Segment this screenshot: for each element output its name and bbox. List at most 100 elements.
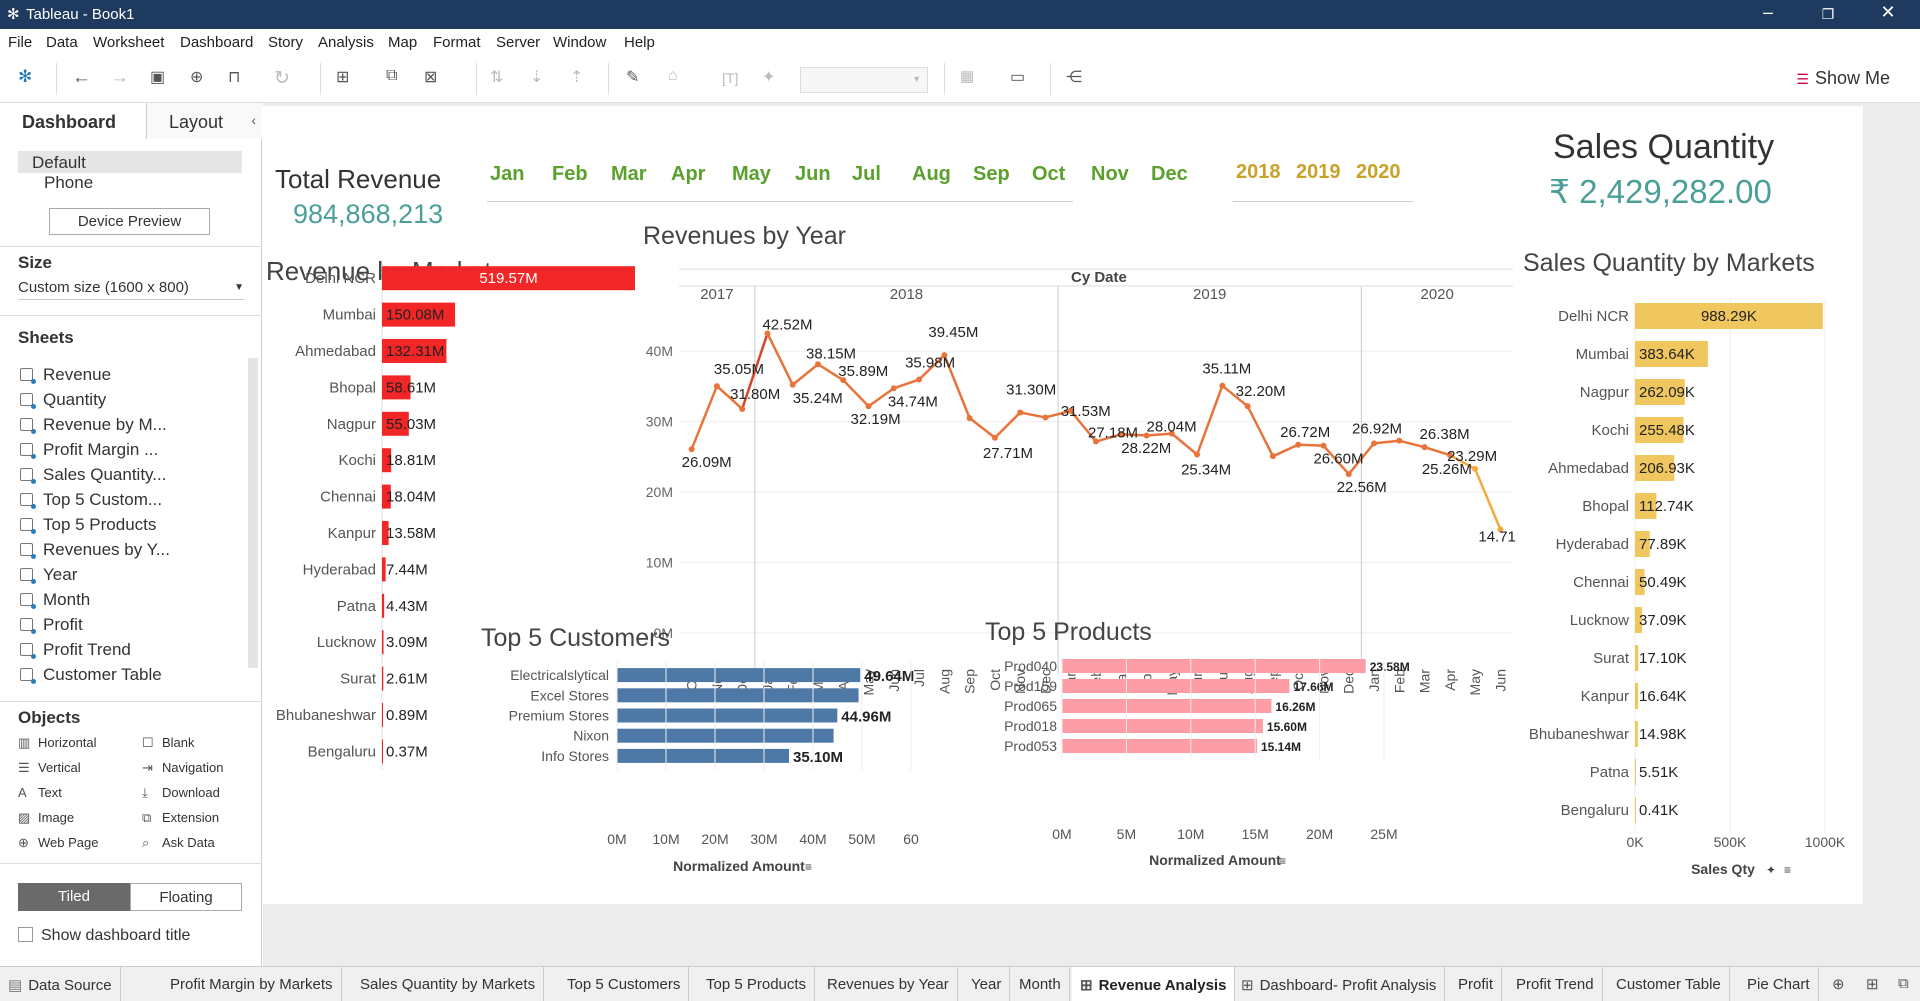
menu-help[interactable]: Help	[624, 34, 655, 51]
data-point	[1042, 414, 1049, 421]
object-navigation[interactable]: ⇥ Navigation	[142, 760, 223, 776]
refresh-icon[interactable]: ↻	[274, 67, 290, 90]
sheets-scrollbar[interactable]	[248, 358, 258, 668]
object-vertical[interactable]: ☰ Vertical	[18, 760, 81, 776]
sheet-tab[interactable]: Pie Chart	[1739, 967, 1819, 1001]
show-me-button[interactable]: ☰ Show Me	[1796, 68, 1890, 89]
series-line	[1473, 468, 1502, 530]
sheet-tab[interactable]: ▤ Data Source	[0, 967, 121, 1001]
sheet-item[interactable]: Profit Trend	[20, 640, 131, 660]
object-download[interactable]: ⤓ Download	[142, 785, 220, 801]
series-line	[893, 378, 920, 390]
new-data-source-icon[interactable]: ⊕	[190, 67, 203, 87]
extension-icon: ⧉	[142, 810, 152, 825]
sheet-item[interactable]: Profit Margin ...	[20, 440, 158, 460]
share-icon[interactable]: ⋲	[1066, 67, 1082, 87]
swap-icon[interactable]: ⇅	[490, 67, 503, 87]
tiled-button[interactable]: Tiled	[18, 883, 130, 911]
sheet-item[interactable]: Profit	[20, 615, 83, 635]
collapse-pane-icon[interactable]: ‹	[251, 112, 256, 128]
menu-window[interactable]: Window	[553, 34, 606, 51]
sheet-item[interactable]: Top 5 Custom...	[20, 490, 162, 510]
sheet-item[interactable]: Top 5 Products	[20, 515, 156, 535]
sheet-tab[interactable]: Top 5 Customers	[559, 967, 690, 1001]
show-cards-icon[interactable]: ▦	[960, 67, 974, 85]
device-default[interactable]: Default	[18, 151, 242, 173]
x-tick-label: Aug	[936, 669, 952, 694]
sheet-item[interactable]: Sales Quantity...	[20, 465, 166, 485]
fit-dropdown[interactable]: ▼	[800, 67, 928, 93]
sort-descending-icon[interactable]: ⇡	[570, 67, 583, 87]
menu-analysis[interactable]: Analysis	[318, 34, 374, 51]
menu-worksheet[interactable]: Worksheet	[93, 34, 164, 51]
sheet-tab[interactable]: Profit Trend	[1508, 967, 1603, 1001]
sheet-tab[interactable]: Month	[1011, 967, 1070, 1001]
sheet-tab[interactable]: Customer Table	[1608, 967, 1730, 1001]
new-worksheet-icon[interactable]: ⊕	[1832, 975, 1845, 993]
pause-updates-icon[interactable]: ⊓	[228, 67, 240, 87]
label-icon[interactable]: [T]	[722, 70, 738, 86]
save-icon[interactable]: ▣	[150, 67, 165, 87]
data-label: 17.66M	[1293, 680, 1333, 694]
object-extension[interactable]: ⧉ Extension	[142, 810, 219, 826]
sheet-item[interactable]: Revenues by Y...	[20, 540, 170, 560]
sheet-tab[interactable]: Profit	[1450, 967, 1503, 1001]
axis-title: Normalized Amount	[1149, 852, 1281, 868]
sheet-tab[interactable]: Top 5 Products	[698, 967, 816, 1001]
sheet-tab[interactable]: Profit Margin by Markets	[162, 967, 342, 1001]
sheet-item[interactable]: Revenue	[20, 365, 111, 385]
group-icon[interactable]: ⌂	[668, 67, 678, 85]
menu-file[interactable]: File	[8, 34, 32, 51]
data-label: 26.09M	[682, 454, 732, 471]
sheet-item[interactable]: Customer Table	[20, 665, 162, 685]
device-phone[interactable]: Phone	[44, 173, 93, 193]
object-web-page[interactable]: ⊕ Web Page	[18, 835, 98, 851]
redo-icon[interactable]: →	[110, 67, 129, 89]
sheet-item[interactable]: Year	[20, 565, 77, 585]
object-ask-data[interactable]: ⌕ Ask Data	[142, 835, 215, 851]
menu-format[interactable]: Format	[433, 34, 481, 51]
category-label: Bhopal	[329, 379, 376, 396]
sheet-tab[interactable]: Sales Quantity by Markets	[352, 967, 545, 1001]
tab-dashboard[interactable]: Dashboard	[0, 103, 146, 139]
data-label: 27.71M	[983, 445, 1033, 462]
new-dashboard-icon[interactable]: ⊞	[1866, 975, 1879, 993]
undo-icon[interactable]: ←	[72, 67, 91, 89]
new-worksheet-icon[interactable]: ⊞	[336, 67, 349, 87]
object-blank[interactable]: ☐ Blank	[142, 735, 195, 751]
duplicate-icon[interactable]: ⧉	[386, 67, 397, 85]
object-horizontal[interactable]: ▥ Horizontal	[18, 735, 97, 751]
object-image[interactable]: ▨ Image	[18, 810, 74, 826]
sheet-item[interactable]: Quantity	[20, 390, 106, 410]
presentation-mode-icon[interactable]: ▭	[1010, 67, 1025, 87]
sheet-tab[interactable]: Revenues by Year	[819, 967, 958, 1001]
sheet-tab[interactable]: ⊞ Dashboard- Profit Analysis	[1233, 967, 1446, 1001]
pin-icon[interactable]: ✦	[762, 67, 775, 87]
device-preview-button[interactable]: Device Preview	[49, 208, 210, 235]
clear-sheet-icon[interactable]: ⊠	[424, 67, 437, 87]
show-dashboard-title-checkbox[interactable]: Show dashboard title	[18, 925, 190, 945]
vertical-icon: ☰	[18, 760, 30, 775]
sheet-item[interactable]: Month	[20, 590, 90, 610]
menu-map[interactable]: Map	[388, 34, 417, 51]
tableau-home-icon[interactable]: ✻	[18, 67, 32, 87]
menu-story[interactable]: Story	[268, 34, 303, 51]
highlight-icon[interactable]: ✎	[626, 67, 639, 87]
new-story-icon[interactable]: ⧉	[1898, 975, 1909, 992]
data-label: 0.89M	[386, 707, 428, 724]
object-text[interactable]: A Text	[18, 785, 62, 800]
restore-icon[interactable]: ❐	[1808, 6, 1848, 23]
tab-layout[interactable]: Layout	[146, 103, 262, 139]
sort-ascending-icon[interactable]: ⇣	[530, 67, 543, 87]
sheet-tab[interactable]: ⊞ Revenue Analysis	[1072, 967, 1236, 1001]
floating-button[interactable]: Floating	[130, 883, 242, 911]
data-label: 14.98K	[1639, 726, 1687, 743]
minimize-icon[interactable]: –	[1748, 2, 1788, 23]
menu-server[interactable]: Server	[496, 34, 540, 51]
sheet-tab[interactable]: Year	[963, 967, 1011, 1001]
size-dropdown[interactable]: Custom size (1600 x 800) ▼	[18, 279, 244, 300]
close-icon[interactable]: ✕	[1868, 2, 1908, 23]
menu-data[interactable]: Data	[46, 34, 78, 51]
menu-dashboard[interactable]: Dashboard	[180, 34, 253, 51]
sheet-item[interactable]: Revenue by M...	[20, 415, 167, 435]
